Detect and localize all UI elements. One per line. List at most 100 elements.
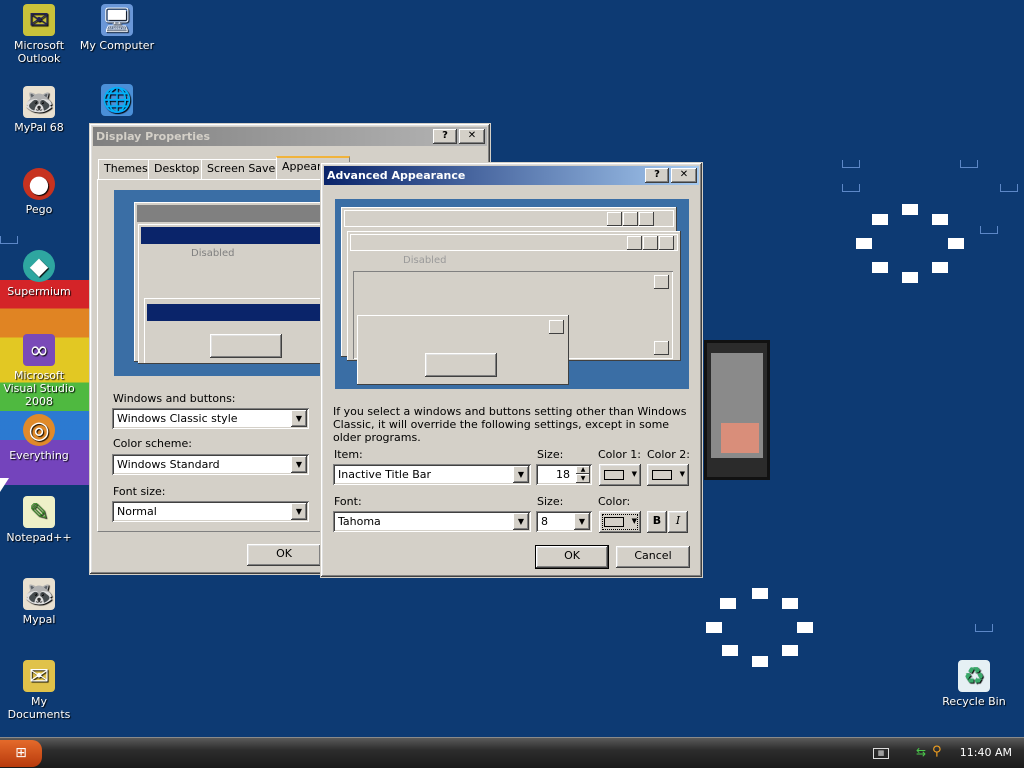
- windows-buttons-label: Windows and buttons:: [113, 392, 236, 405]
- desktop-icon-notepad-plus-plus[interactable]: ✎ Notepad++: [0, 496, 78, 544]
- chevron-down-icon[interactable]: ▼: [513, 513, 529, 530]
- recycle-bin-icon: ♻: [958, 660, 990, 692]
- preview-ok-button: [425, 353, 497, 377]
- advanced-appearance-preview: Disabled: [335, 199, 689, 389]
- desktop-icon-recycle-bin[interactable]: ♻ Recycle Bin: [935, 660, 1013, 708]
- font-label: Font:: [334, 495, 362, 508]
- advanced-ok-button[interactable]: OK: [535, 545, 609, 569]
- preview-disabled-text: Disabled: [403, 255, 447, 266]
- preview-ok-button: [210, 334, 282, 358]
- start-button[interactable]: ⊞: [0, 740, 42, 767]
- preview-maximize-icon: [623, 212, 638, 226]
- my-documents-folder-icon: ✉: [23, 660, 55, 692]
- color2-picker[interactable]: ▼: [647, 464, 689, 486]
- nyan-face: [721, 423, 759, 453]
- my-computer-icon: 🖥: [101, 4, 133, 36]
- preview-scroll-up-icon: [654, 275, 669, 289]
- font-size-label: Font size:: [113, 485, 166, 498]
- preview-minimize-icon: [627, 236, 642, 250]
- font-size-select[interactable]: 8 ▼: [536, 511, 592, 532]
- desktop-icon-my-documents[interactable]: ✉ My Documents: [0, 660, 78, 721]
- font-size-select[interactable]: Normal ▼: [112, 501, 309, 522]
- item-select[interactable]: Inactive Title Bar ▼: [333, 464, 531, 485]
- preview-message-titlebar: [147, 304, 321, 321]
- font-color-swatch: [604, 517, 624, 527]
- preview-message-close-icon: [549, 320, 564, 334]
- everything-search-icon: ◎: [23, 414, 55, 446]
- chevron-down-icon: ▼: [631, 517, 637, 525]
- taskbar: ⊞ ▦ ⇆ ⚲ 11:40 AM: [0, 737, 1024, 768]
- tab-themes[interactable]: Themes: [98, 159, 154, 179]
- chevron-down-icon: ▼: [679, 470, 685, 478]
- help-button[interactable]: ?: [645, 168, 669, 183]
- color-scheme-value: Windows Standard: [117, 458, 220, 471]
- preview-close-icon: [659, 236, 674, 250]
- color1-picker[interactable]: ▼: [599, 464, 641, 486]
- system-tray: ⇆ ⚲ 11:40 AM: [914, 738, 1024, 768]
- item-label: Item:: [334, 448, 363, 461]
- item-value: Inactive Title Bar: [338, 468, 432, 481]
- tab-desktop[interactable]: Desktop: [148, 159, 206, 179]
- font-size-label: Size:: [537, 495, 564, 508]
- desktop-icon-supermium[interactable]: ◆ Supermium: [0, 250, 78, 298]
- window-title: Display Properties: [96, 130, 211, 143]
- preview-message-box: [144, 298, 324, 364]
- close-button[interactable]: ✕: [459, 129, 485, 144]
- preview-message-box: [357, 315, 569, 385]
- preview-disabled-text: Disabled: [191, 248, 235, 259]
- color-scheme-label: Color scheme:: [113, 437, 192, 450]
- help-button[interactable]: ?: [433, 129, 457, 144]
- font-color-label: Color:: [598, 495, 631, 508]
- preview-scroll-down-icon: [654, 341, 669, 355]
- keyboard-tray-icon[interactable]: ▦: [873, 748, 889, 759]
- item-size-value: 18: [556, 468, 570, 481]
- close-button[interactable]: ✕: [671, 168, 697, 183]
- font-size-value: Normal: [117, 505, 157, 518]
- color2-swatch: [652, 470, 672, 480]
- item-size-spinner[interactable]: 18 ▲ ▼: [536, 464, 592, 485]
- pego-icon: ●: [23, 168, 55, 200]
- chevron-down-icon[interactable]: ▼: [291, 456, 307, 473]
- spinner-up-icon[interactable]: ▲: [576, 466, 590, 474]
- font-value: Tahoma: [338, 515, 381, 528]
- desktop-icon-pego[interactable]: ● Pego: [0, 168, 78, 216]
- outlook-icon: ✉: [23, 4, 55, 36]
- advanced-appearance-titlebar[interactable]: Advanced Appearance ? ✕: [324, 166, 699, 185]
- windows-buttons-select[interactable]: Windows Classic style ▼: [112, 408, 309, 429]
- visual-studio-icon: ∞: [23, 334, 55, 366]
- font-select[interactable]: Tahoma ▼: [333, 511, 531, 532]
- desktop-icon-visual-studio-2008[interactable]: ∞ Microsoft Visual Studio 2008: [0, 334, 78, 408]
- preview-minimize-icon: [607, 212, 622, 226]
- preview-active-titlebar: [141, 227, 321, 244]
- bold-toggle-button[interactable]: B: [647, 511, 667, 533]
- display-properties-ok-button[interactable]: OK: [247, 544, 321, 566]
- advanced-cancel-button[interactable]: Cancel: [616, 546, 690, 568]
- display-properties-titlebar[interactable]: Display Properties ? ✕: [93, 127, 487, 146]
- desktop-icon-outlook[interactable]: ✉ Microsoft Outlook: [0, 4, 78, 65]
- chevron-down-icon[interactable]: ▼: [291, 410, 307, 427]
- network-tray-icon[interactable]: ⇆: [916, 745, 926, 759]
- color-scheme-select[interactable]: Windows Standard ▼: [112, 454, 309, 475]
- italic-toggle-button[interactable]: I: [668, 511, 688, 533]
- chevron-down-icon[interactable]: ▼: [291, 503, 307, 520]
- search-tray-icon[interactable]: ⚲: [932, 744, 942, 759]
- chevron-down-icon[interactable]: ▼: [574, 513, 590, 530]
- spinner-down-icon[interactable]: ▼: [576, 474, 590, 483]
- chevron-down-icon: ▼: [631, 470, 637, 478]
- desktop-icon-my-computer[interactable]: 🖥 My Computer: [78, 4, 156, 52]
- supermium-icon: ◆: [23, 250, 55, 282]
- desktop-icon-everything[interactable]: ◎ Everything: [0, 414, 78, 462]
- desktop-icon-mypal-68[interactable]: 🦝 MyPal 68: [0, 86, 78, 134]
- chevron-down-icon[interactable]: ▼: [513, 466, 529, 483]
- mypal-raccoon-icon: 🦝: [23, 86, 55, 118]
- font-color-picker[interactable]: ▼: [599, 511, 641, 533]
- desktop-icon-mypal[interactable]: 🦝 Mypal: [0, 578, 78, 626]
- taskbar-clock[interactable]: 11:40 AM: [960, 746, 1012, 759]
- tab-screen-saver[interactable]: Screen Saver: [201, 159, 286, 179]
- item-size-label: Size:: [537, 448, 564, 461]
- color1-label: Color 1:: [598, 448, 641, 461]
- preview-inactive-titlebar: [137, 205, 321, 222]
- notepad-plus-plus-icon: ✎: [23, 496, 55, 528]
- preview-maximize-icon: [643, 236, 658, 250]
- preview-close-icon: [639, 212, 654, 226]
